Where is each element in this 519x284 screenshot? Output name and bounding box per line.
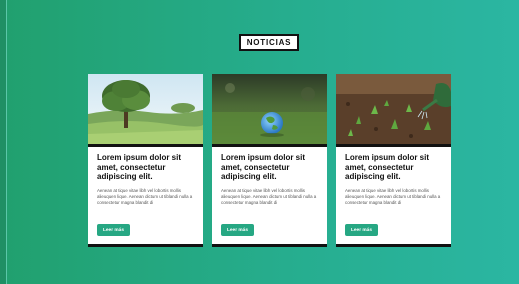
card-excerpt: Aenean at tique vitae libh vel lobortis …: [221, 187, 317, 205]
read-more-button[interactable]: Leer más: [97, 224, 130, 236]
news-card: Lorem ipsum dolor sit amet, consectetur …: [212, 74, 327, 244]
card-title: Lorem ipsum dolor sit amet, consectetur …: [345, 153, 430, 181]
news-card: Lorem ipsum dolor sit amet, consectetur …: [336, 74, 451, 244]
read-more-button[interactable]: Leer más: [345, 224, 378, 236]
globe-on-grass-image: [212, 74, 327, 147]
watering-seedlings-image: [336, 74, 451, 147]
card-excerpt: Aenean at tique vitae libh vel lobortis …: [345, 187, 441, 205]
read-more-button[interactable]: Leer más: [221, 224, 254, 236]
section-title: NOTICIAS: [239, 34, 299, 51]
right-frame-border: [515, 0, 519, 284]
card-excerpt: Aenean at tique vitae libh vel lobortis …: [97, 187, 193, 205]
tree-landscape-image: [88, 74, 203, 147]
card-title: Lorem ipsum dolor sit amet, consectetur …: [97, 153, 182, 181]
left-frame-border: [0, 0, 7, 284]
news-card: Lorem ipsum dolor sit amet, consectetur …: [88, 74, 203, 244]
card-title: Lorem ipsum dolor sit amet, consectetur …: [221, 153, 306, 181]
